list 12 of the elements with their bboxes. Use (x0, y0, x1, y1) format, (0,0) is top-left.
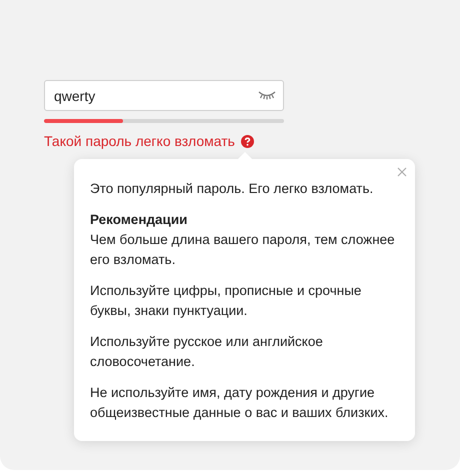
error-message: Такой пароль легко взломать (44, 133, 235, 149)
password-field[interactable]: qwerty (44, 80, 284, 111)
recommendation-text: Используйте русское или английское словосочетание. (90, 333, 324, 371)
recommendation-text: Чем больше длина вашего пароля, тем сложнее его взломать. (90, 231, 396, 269)
close-icon (397, 167, 407, 177)
popover-text: Это популярный пароль. Его легко взломать. (90, 180, 374, 198)
recommendation-text: Не используйте имя, дату рождения и другие общеизвестные данные о вас и ваших близких. (90, 384, 390, 422)
help-icon[interactable] (240, 134, 254, 148)
close-button[interactable] (395, 165, 409, 179)
recommendation-text: Используйте цифры, прописные и срочные буквы, знаки пунктуации. (90, 282, 362, 320)
eye-closed-icon[interactable] (258, 90, 276, 100)
recommendations-heading: Рекомендации (90, 211, 188, 229)
